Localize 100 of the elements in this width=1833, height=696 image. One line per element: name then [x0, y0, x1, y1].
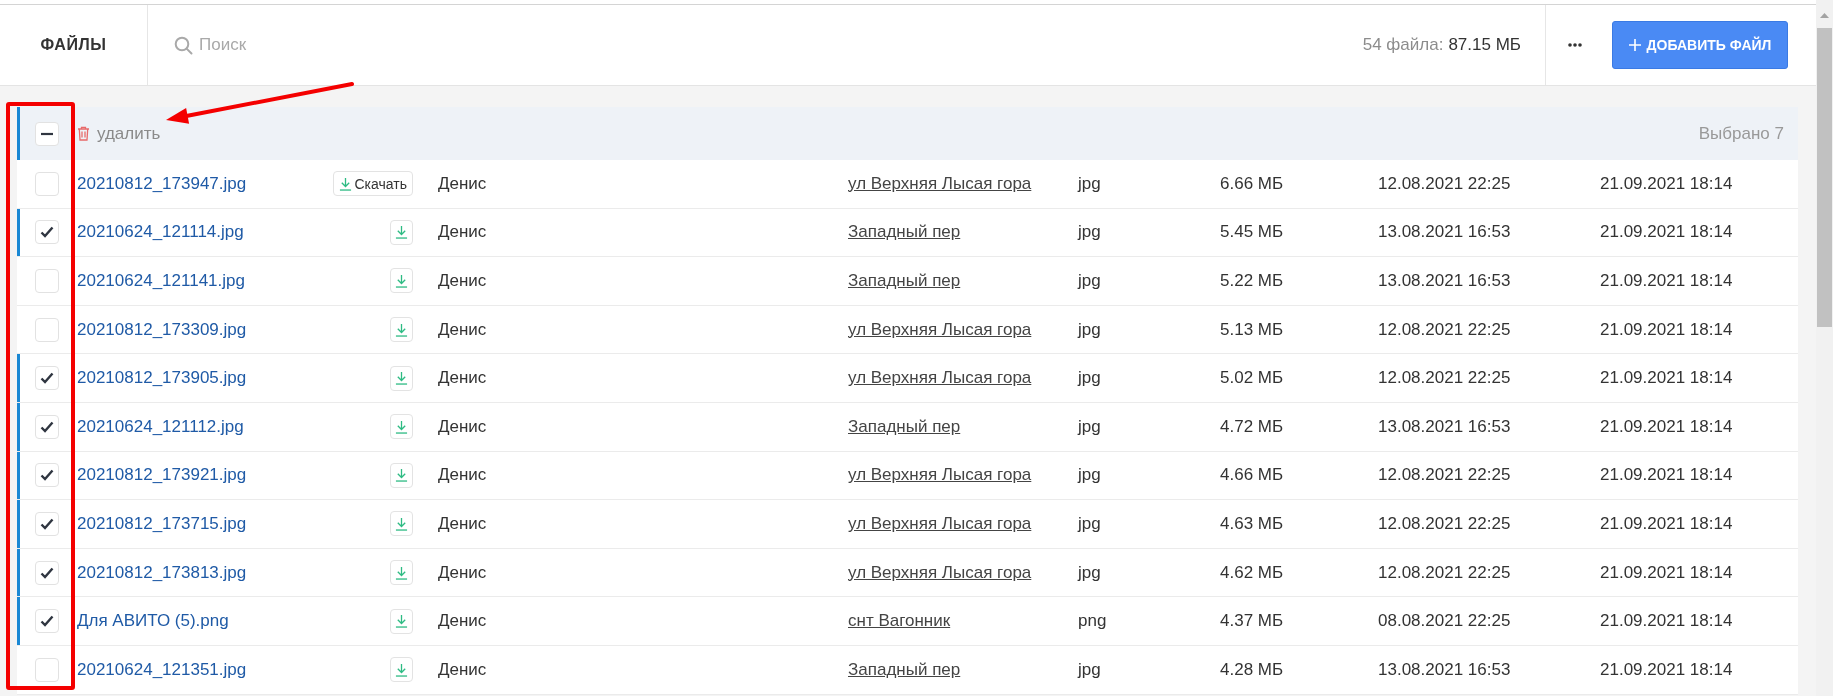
- checkbox[interactable]: [35, 366, 59, 391]
- file-link[interactable]: 20210812_173715.jpg: [77, 513, 247, 534]
- file-link[interactable]: 20210812_173813.jpg: [77, 562, 247, 583]
- table-cell-text: 5.45 МБ: [1220, 222, 1285, 243]
- checkbox[interactable]: [35, 657, 59, 682]
- checkbox[interactable]: [35, 609, 59, 634]
- table-cell-text: 12.08.2021 22:25: [1378, 368, 1512, 389]
- address-link[interactable]: Западный пер: [848, 416, 961, 437]
- address-link[interactable]: ул Верхняя Лысая гора: [848, 513, 1032, 534]
- file-link[interactable]: 20210812_173921.jpg: [77, 465, 247, 486]
- address-link[interactable]: ул Верхняя Лысая гора: [848, 465, 1032, 486]
- checkbox[interactable]: [35, 121, 59, 146]
- table-cell-text: Денис: [437, 513, 488, 534]
- checkbox[interactable]: [35, 560, 59, 585]
- table-cell-text: 21.09.2021 18:14: [1600, 319, 1734, 340]
- table-cell-text: jpg: [1078, 416, 1102, 437]
- table-cell-text: Денис: [437, 222, 488, 243]
- table-cell-text: 12.08.2021 22:25: [1378, 513, 1512, 534]
- download-button[interactable]: [390, 560, 413, 586]
- download-icon: [395, 468, 408, 483]
- scrollbar-thumb[interactable]: [1817, 28, 1832, 327]
- download-button[interactable]: [390, 511, 413, 537]
- table-cell-text: jpg: [1078, 271, 1102, 291]
- file-link[interactable]: 20210812_173947.jpg: [77, 173, 247, 194]
- file-link[interactable]: 20210812_173905.jpg: [77, 368, 247, 389]
- table-cell-text: 4.72 МБ: [1220, 416, 1285, 437]
- table-cell-text: Денис: [437, 659, 488, 680]
- checkbox[interactable]: [35, 414, 59, 439]
- checkbox[interactable]: [35, 171, 59, 196]
- download-button[interactable]: [390, 414, 413, 440]
- table-cell-text: 13.08.2021 16:53: [1378, 271, 1512, 291]
- address-link[interactable]: ул Верхняя Лысая гора: [848, 173, 1032, 194]
- table-cell-text: 21.09.2021 18:14: [1600, 173, 1734, 194]
- download-icon: [395, 371, 408, 386]
- download-icon: [338, 176, 352, 191]
- download-button[interactable]: [390, 317, 413, 343]
- table-cell-text: 4.37 МБ: [1220, 611, 1285, 632]
- table-cell-text: 12.08.2021 22:25: [1378, 562, 1512, 583]
- scroll-up-icon[interactable]: [1820, 13, 1829, 18]
- check-icon: [40, 614, 54, 629]
- table-cell-text: 4.66 МБ: [1220, 465, 1285, 486]
- table-cell-text: Денис: [437, 319, 488, 340]
- table-cell-text: 5.02 МБ: [1220, 368, 1285, 389]
- table-cell-text: Денис: [437, 416, 488, 437]
- download-button[interactable]: [390, 365, 413, 391]
- table-cell-text: jpg: [1078, 173, 1102, 194]
- file-link[interactable]: 20210624_121141.jpg: [77, 271, 245, 291]
- address-link[interactable]: ул Верхняя Лысая гора: [848, 368, 1032, 389]
- table-cell-text: Денис: [437, 465, 488, 486]
- download-icon: [395, 274, 408, 288]
- address-link[interactable]: ул Верхняя Лысая гора: [848, 562, 1032, 583]
- table-cell-text: 21.09.2021 18:14: [1600, 513, 1734, 534]
- download-button[interactable]: [390, 608, 413, 634]
- check-icon: [40, 371, 54, 386]
- table-cell-text: jpg: [1078, 319, 1102, 340]
- page-title: ФАЙЛЫ: [40, 36, 107, 54]
- table-cell-text: 12.08.2021 22:25: [1378, 465, 1512, 486]
- address-link[interactable]: снт Вагонник: [848, 611, 951, 632]
- download-button[interactable]: [390, 462, 413, 488]
- table-cell-text: 5.13 МБ: [1220, 319, 1285, 340]
- download-icon: [395, 225, 408, 240]
- table-cell-text: 21.09.2021 18:14: [1600, 416, 1734, 437]
- address-link[interactable]: Западный пер: [848, 659, 961, 680]
- file-link[interactable]: 20210624_121112.jpg: [77, 416, 244, 437]
- checkbox[interactable]: [35, 269, 59, 293]
- file-link[interactable]: 20210812_173309.jpg: [77, 319, 247, 340]
- table-cell-text: 21.09.2021 18:14: [1600, 659, 1734, 680]
- checkbox[interactable]: [35, 220, 59, 245]
- table-cell-text: 21.09.2021 18:14: [1600, 562, 1734, 583]
- download-icon: [395, 614, 408, 629]
- address-link[interactable]: Западный пер: [848, 271, 961, 291]
- table-cell-text: 21.09.2021 18:14: [1600, 222, 1734, 243]
- download-button[interactable]: [390, 268, 413, 294]
- file-link[interactable]: Для АВИТО (5).png: [77, 611, 229, 632]
- download-button[interactable]: [390, 657, 413, 683]
- more-icon: [1568, 43, 1582, 47]
- search-field[interactable]: Поиск: [199, 30, 1363, 60]
- plus-icon: [1628, 39, 1641, 51]
- address-link[interactable]: Западный пер: [848, 222, 961, 243]
- file-link[interactable]: 20210624_121351.jpg: [77, 659, 247, 680]
- download-icon: [395, 516, 408, 531]
- checkbox[interactable]: [35, 511, 59, 536]
- table-cell-text: 08.08.2021 22:25: [1378, 611, 1512, 632]
- address-link[interactable]: ул Верхняя Лысая гора: [848, 319, 1032, 340]
- table-cell-text: 21.09.2021 18:14: [1600, 271, 1734, 291]
- file-link[interactable]: 20210624_121114.jpg: [77, 222, 244, 243]
- download-button[interactable]: [390, 219, 413, 245]
- download-icon: [395, 322, 408, 337]
- check-icon: [40, 516, 54, 531]
- table-cell-text: 6.66 МБ: [1220, 173, 1285, 194]
- checkbox[interactable]: [35, 463, 59, 488]
- table-cell-text: png: [1078, 611, 1108, 632]
- total-size: 87.15 МБ: [1448, 35, 1521, 55]
- selected-count: Выбрано 7: [1698, 123, 1785, 144]
- table-cell-text: 5.22 МБ: [1220, 271, 1285, 291]
- table-cell-text: jpg: [1078, 222, 1102, 243]
- download-button[interactable]: Скачать: [332, 171, 413, 197]
- checkbox[interactable]: [35, 317, 59, 342]
- table-cell-text: jpg: [1078, 368, 1102, 389]
- table-cell-text: 13.08.2021 16:53: [1378, 416, 1512, 437]
